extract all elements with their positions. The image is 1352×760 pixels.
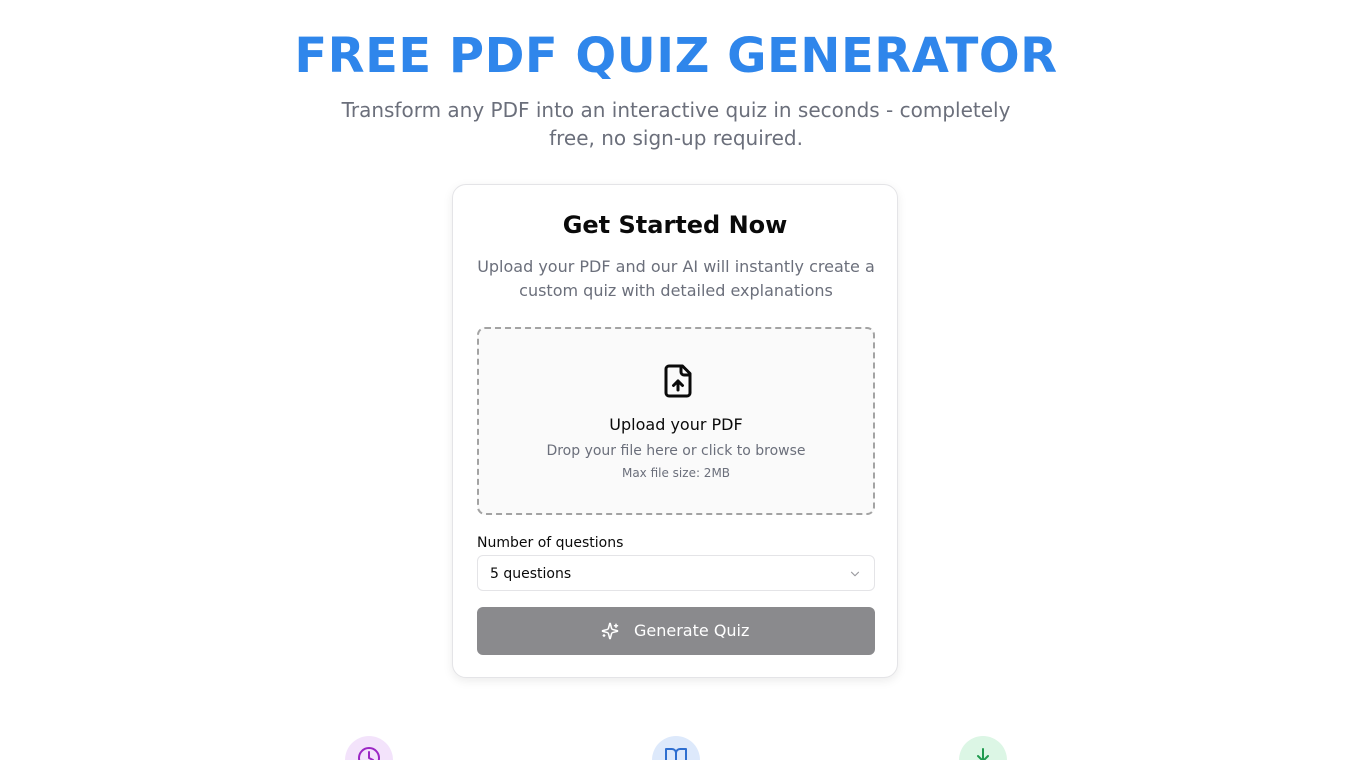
- clock-icon: [358, 747, 380, 760]
- get-started-card: Get Started Now Upload your PDF and our …: [452, 184, 898, 678]
- questions-label: Number of questions: [477, 535, 624, 551]
- feature-book-badge: [652, 736, 700, 760]
- feature-clock-badge: [345, 736, 393, 760]
- questions-select-value: 5 questions: [490, 566, 572, 582]
- dropzone-subtitle: Drop your file here or click to browse: [546, 443, 806, 459]
- sparkles-icon: [601, 622, 619, 640]
- dropzone-max-size: Max file size: 2MB: [621, 466, 731, 480]
- generate-quiz-button[interactable]: Generate Quiz: [477, 607, 875, 655]
- card-description: Upload your PDF and our AI will instantl…: [477, 257, 875, 300]
- pdf-dropzone[interactable]: Upload your PDF Drop your file here or c…: [477, 327, 875, 515]
- page-title: FREE PDF QUIZ GENERATOR: [294, 28, 1058, 84]
- book-open-icon: [665, 748, 687, 760]
- generate-quiz-label: Generate Quiz: [634, 621, 750, 640]
- chevron-down-icon: [850, 571, 860, 577]
- dropzone-title: Upload your PDF: [609, 415, 743, 434]
- card-title: Get Started Now: [562, 211, 788, 239]
- file-upload-icon: [664, 364, 692, 398]
- page: FREE PDF QUIZ GENERATOR Transform any PD…: [0, 0, 1352, 760]
- questions-select[interactable]: 5 questions: [477, 555, 875, 591]
- feature-download-badge: [959, 736, 1007, 760]
- download-icon: [977, 748, 989, 760]
- page-subtitle: Transform any PDF into an interactive qu…: [341, 98, 1011, 150]
